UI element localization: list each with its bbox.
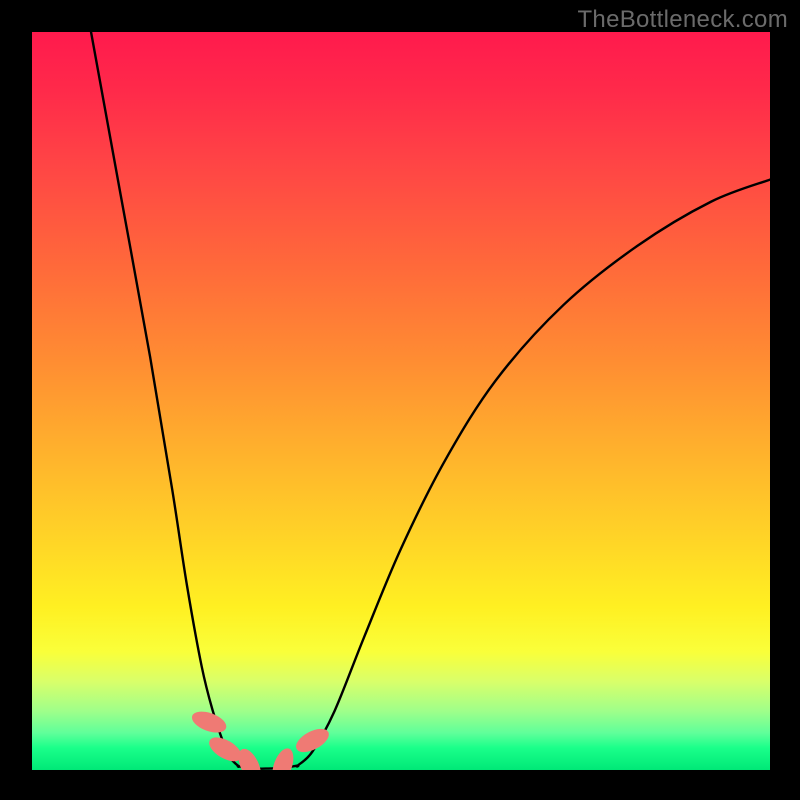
plot-area (32, 32, 770, 770)
bottleneck-curve (91, 32, 770, 769)
watermark-text: TheBottleneck.com (577, 6, 788, 34)
curve-markers (189, 707, 332, 770)
bottleneck-curve-svg (32, 32, 770, 770)
curve-marker (189, 707, 229, 736)
